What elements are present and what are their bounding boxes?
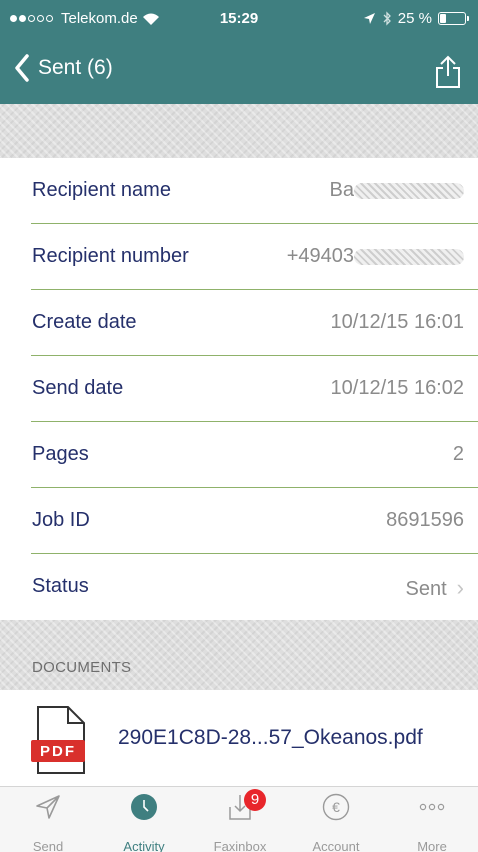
detail-value: Sent: [405, 578, 447, 600]
chevron-left-icon: [15, 54, 29, 82]
back-button[interactable]: Sent (6): [14, 54, 113, 82]
chevron-right-icon: ›: [456, 575, 464, 600]
paper-plane-icon: [36, 795, 60, 819]
detail-value: 10/12/15 16:01: [330, 311, 464, 333]
detail-value: Ba: [329, 179, 354, 201]
pdf-icon-text: PDF: [40, 743, 76, 760]
redacted-blur: [354, 248, 464, 265]
bluetooth-icon: [383, 11, 391, 26]
tab-send[interactable]: Send: [0, 787, 96, 852]
clock-icon: [131, 794, 157, 820]
documents-section-header: DOCUMENTS: [0, 620, 478, 690]
detail-label: Recipient name: [32, 179, 171, 201]
back-button-label: Sent (6): [38, 56, 113, 79]
detail-value-container: 10/12/15 16:01: [331, 311, 464, 334]
header-pattern-band: [0, 104, 478, 158]
detail-value-container: 10/12/15 16:02: [331, 377, 464, 400]
tab-more-label: More: [417, 839, 447, 852]
detail-value: 2: [452, 443, 464, 465]
detail-label: Create date: [32, 311, 137, 333]
detail-value: 10/12/15 16:02: [330, 377, 464, 399]
detail-row: Job ID 8691596: [31, 488, 478, 554]
euro-icon: €: [322, 793, 350, 821]
detail-value: +49403: [286, 245, 354, 267]
document-item[interactable]: PDF 290E1C8D-28...57_Okeanos.pdf: [0, 690, 478, 786]
more-dots-icon: [419, 803, 445, 811]
detail-row: Recipient number +49403: [31, 224, 478, 290]
detail-row: Send date 10/12/15 16:02: [31, 356, 478, 422]
detail-label: Send date: [32, 377, 124, 399]
svg-text:€: €: [332, 799, 340, 815]
detail-label: Pages: [32, 443, 89, 465]
detail-row: Recipient name Ba: [31, 158, 478, 224]
detail-value-container: Sent ›: [406, 575, 464, 601]
battery-percent: 25 %: [397, 10, 432, 27]
tab-activity[interactable]: Activity: [96, 787, 192, 852]
faxinbox-badge: 9: [244, 789, 266, 811]
status-right: 25 %: [363, 10, 469, 27]
detail-row: Pages 2: [31, 422, 478, 488]
tab-send-label: Send: [32, 839, 64, 852]
document-name: 290E1C8D-28...57_Okeanos.pdf: [118, 726, 423, 749]
tab-account[interactable]: € Account: [288, 787, 384, 852]
fax-details-list: Recipient name Ba Recipient number +49403 Cr…: [0, 158, 478, 620]
detail-value-container: 2: [453, 443, 464, 466]
detail-label: Status: [32, 575, 89, 597]
detail-row: Create date 10/12/15 16:01: [31, 290, 478, 356]
detail-value-container: Ba: [330, 179, 464, 202]
location-arrow-icon: [363, 13, 375, 24]
detail-value-container: +49403: [287, 245, 464, 268]
detail-value-container: 8691596: [386, 509, 464, 532]
pdf-file-icon: PDF: [31, 706, 85, 774]
detail-value: 8691596: [386, 509, 464, 531]
tab-faxinbox[interactable]: 9 Faxinbox: [192, 787, 288, 852]
navigation-bar: Sent (6): [0, 40, 478, 104]
tab-more[interactable]: More: [384, 787, 478, 852]
detail-label: Job ID: [32, 509, 90, 531]
documents-section-title: DOCUMENTS: [32, 659, 132, 676]
status-bar: Telekom.de 15:29 25 %: [0, 0, 478, 40]
detail-row[interactable]: Status Sent ›: [31, 554, 478, 620]
redacted-blur: [354, 182, 464, 199]
tab-account-label: Account: [312, 839, 360, 852]
tab-bar: Send Activity 9 Faxinbox € Account More: [0, 786, 478, 852]
battery-icon: [438, 12, 469, 25]
tab-activity-label: Activity: [123, 839, 165, 852]
share-icon[interactable]: [430, 54, 466, 90]
detail-label: Recipient number: [32, 245, 189, 267]
tab-faxinbox-label: Faxinbox: [213, 839, 267, 852]
